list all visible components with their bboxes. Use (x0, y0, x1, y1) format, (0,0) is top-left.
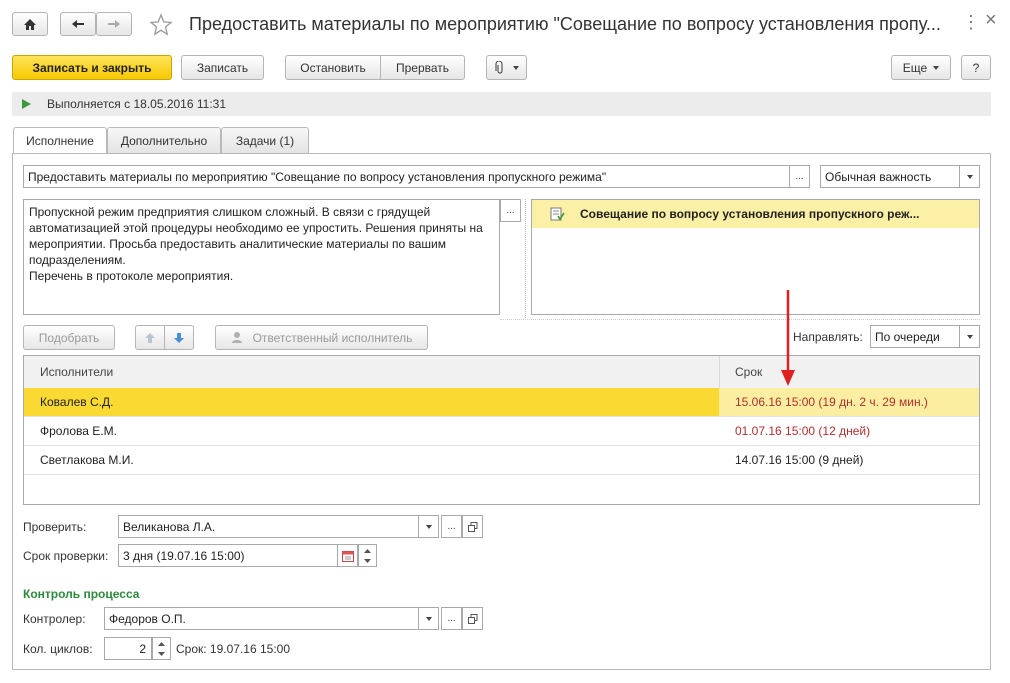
save-button[interactable]: Записать (181, 55, 264, 80)
save-and-close-button[interactable]: Записать и закрыть (12, 55, 172, 80)
stepper-down-icon[interactable] (364, 559, 371, 563)
table-row[interactable]: Фролова Е.М. 01.07.16 15:00 (12 дней) (24, 417, 979, 446)
chevron-down-icon (425, 616, 432, 621)
controller-field[interactable]: Федоров О.П. (104, 607, 419, 630)
executor-deadline: 14.07.16 15:00 (9 дней) (735, 453, 864, 467)
term-stepper[interactable] (358, 544, 377, 567)
stop-button[interactable]: Остановить (285, 55, 381, 80)
cycles-label: Кол. циклов: (23, 642, 93, 656)
controller-dropdown-button[interactable] (418, 607, 439, 630)
check-label: Проверить: (23, 520, 87, 534)
description-open-button[interactable]: ... (500, 199, 521, 222)
user-icon (231, 332, 242, 343)
more-actions-icon[interactable]: ⋮ (962, 12, 980, 33)
direct-select[interactable]: По очереди (870, 325, 960, 348)
pick-button[interactable]: Подобрать (23, 325, 115, 350)
tab-execution[interactable]: Исполнение (13, 127, 107, 154)
cycles-term-text: Срок: 19.07.16 15:00 (176, 642, 291, 656)
check-open-button[interactable] (462, 515, 483, 538)
chevron-down-icon (966, 174, 973, 179)
chevron-down-icon (512, 65, 519, 70)
description-textarea[interactable]: Пропускной режим предприятия слишком сло… (23, 199, 500, 315)
open-window-icon (467, 613, 477, 624)
stepper-down-icon[interactable] (158, 652, 165, 656)
more-button[interactable]: Еще (891, 55, 951, 80)
tab-tasks[interactable]: Задачи (1) (221, 127, 309, 153)
home-icon (24, 18, 36, 30)
arrow-up-icon (145, 332, 155, 343)
executor-name: Фролова Е.М. (40, 424, 117, 438)
close-icon[interactable]: × (985, 9, 997, 32)
importance-select[interactable]: Обычная важность (820, 165, 960, 188)
help-button[interactable]: ? (961, 55, 991, 80)
executor-name: Ковалев С.Д. (40, 395, 114, 409)
more-button-label: Еще (902, 60, 928, 75)
stepper-up-icon[interactable] (158, 642, 165, 646)
attachments-panel: Совещание по вопросу установления пропус… (531, 199, 980, 315)
splitter[interactable] (525, 199, 526, 320)
stepper-up-icon[interactable] (364, 549, 371, 553)
status-bar: Выполняется с 18.05.2016 11:31 (12, 92, 991, 116)
home-button[interactable] (12, 12, 48, 36)
calendar-button[interactable] (337, 544, 358, 567)
open-window-icon (467, 521, 477, 532)
attachments-button[interactable] (486, 55, 527, 80)
annotation-arrow-icon (781, 290, 795, 386)
subject-field[interactable]: Предоставить материалы по мероприятию "С… (23, 165, 790, 188)
column-header-executors[interactable]: Исполнители (40, 365, 113, 379)
column-divider (719, 356, 720, 388)
attachment-item[interactable]: Совещание по вопросу установления пропус… (532, 200, 979, 228)
executor-deadline: 01.07.16 15:00 (12 дней) (735, 424, 871, 438)
check-dropdown-button[interactable] (418, 515, 439, 538)
task-document-icon (550, 207, 565, 221)
direct-dropdown-button[interactable] (959, 325, 980, 348)
attachment-title: Совещание по вопросу установления пропус… (580, 207, 920, 221)
responsible-executor-label: Ответственный исполнитель (252, 330, 413, 345)
check-user-field[interactable]: Великанова Л.А. (118, 515, 419, 538)
favorite-star-icon[interactable] (149, 13, 173, 37)
forward-button[interactable] (96, 12, 132, 36)
arrow-right-icon (108, 20, 120, 28)
tab-additional[interactable]: Дополнительно (107, 127, 221, 153)
chevron-down-icon (933, 65, 940, 70)
table-header: Исполнители Срок (24, 356, 979, 389)
arrow-down-icon (174, 332, 184, 343)
move-down-button[interactable] (164, 325, 194, 350)
check-term-field[interactable]: 3 дня (19.07.16 15:00) (118, 544, 338, 567)
back-button[interactable] (60, 12, 96, 36)
move-up-button[interactable] (135, 325, 165, 350)
responsible-executor-button[interactable]: Ответственный исполнитель (215, 325, 428, 350)
table-row[interactable]: Ковалев С.Д. 15.06.16 15:00 (19 дн. 2 ч.… (24, 388, 979, 417)
interrupt-button[interactable]: Прервать (380, 55, 465, 80)
controller-select-button[interactable]: ... (441, 607, 462, 630)
check-term-label: Срок проверки: (23, 549, 109, 563)
importance-dropdown-button[interactable] (959, 165, 980, 188)
window-title: Предоставить материалы по мероприятию "С… (189, 14, 941, 34)
executor-deadline: 15.06.16 15:00 (19 дн. 2 ч. 29 мин.) (735, 395, 928, 409)
check-select-button[interactable]: ... (441, 515, 462, 538)
cycles-field[interactable]: 2 (104, 637, 152, 660)
arrow-left-icon (72, 20, 84, 28)
executor-name: Светлакова М.И. (40, 453, 134, 467)
chevron-down-icon (966, 334, 973, 339)
column-header-deadline[interactable]: Срок (735, 365, 762, 379)
cycles-value: 2 (139, 641, 146, 656)
direct-label: Направлять: (793, 330, 863, 344)
process-heading: Контроль процесса (23, 587, 140, 601)
paperclip-icon (494, 60, 503, 74)
calendar-icon (341, 550, 354, 562)
chevron-down-icon (425, 524, 432, 529)
subject-select-button[interactable]: ... (789, 165, 810, 188)
status-text: Выполняется с 18.05.2016 11:31 (47, 97, 226, 111)
table-row[interactable]: Светлакова М.И. 14.07.16 15:00 (9 дней) (24, 446, 979, 475)
controller-open-button[interactable] (462, 607, 483, 630)
controller-label: Контролер: (23, 612, 86, 626)
play-icon (22, 99, 31, 109)
cycles-stepper[interactable] (152, 637, 171, 660)
dotted-divider (500, 319, 980, 320)
